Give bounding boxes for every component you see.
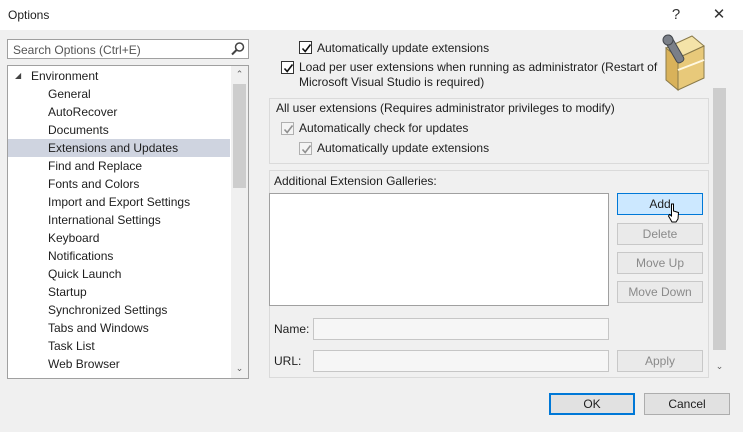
search-icon[interactable] [230,41,246,57]
tree-item-documents[interactable]: Documents [8,121,230,139]
move-up-button[interactable]: Move Up [617,252,703,274]
auto-update-label: Automatically update extensions [317,41,490,55]
tree-item-general[interactable]: General [8,85,230,103]
tree-item-label: Quick Launch [48,267,122,281]
name-label: Name: [274,322,310,336]
tree-item-label: International Settings [48,213,161,227]
tree-item-label: Extensions and Updates [48,141,179,155]
move-down-button[interactable]: Move Down [617,281,703,303]
tree-item-label: AutoRecover [48,105,118,119]
apply-button[interactable]: Apply [617,350,703,372]
tree-item-environment[interactable]: ◢ Environment [8,67,230,85]
tree-item-label: Startup [48,285,87,299]
tree-item-notifications[interactable]: Notifications [8,247,230,265]
search-placeholder: Search Options (Ctrl+E) [13,43,141,57]
expand-arrow-icon[interactable]: ◢ [15,67,21,85]
extensions-graphic-icon [652,34,708,92]
title-bar [0,0,743,30]
tree-item-web-browser[interactable]: Web Browser [8,355,230,373]
load-per-user-label: Load per user extensions when running as… [299,60,658,74]
tree-item-label: General [48,87,91,101]
tree-item-label: Tabs and Windows [48,321,149,335]
tree-item-label: Web Browser [48,357,120,371]
name-input[interactable] [313,318,609,340]
cancel-button[interactable]: Cancel [644,393,730,415]
tree-item-import-export-settings[interactable]: Import and Export Settings [8,193,230,211]
auto-update-checkbox[interactable] [299,41,312,54]
galleries-list[interactable] [269,193,609,306]
panel-scrollbar[interactable]: ⌄ [711,36,728,376]
tree-item-task-list[interactable]: Task List [8,337,230,355]
window-title: Options [8,8,50,22]
tree-item-keyboard[interactable]: Keyboard [8,229,230,247]
tree-item-label: Fonts and Colors [48,177,140,191]
tree-item-synchronized-settings[interactable]: Synchronized Settings [8,301,230,319]
tree-item-find-and-replace[interactable]: Find and Replace [8,157,230,175]
tree-item-label: Notifications [48,249,114,263]
ok-button[interactable]: OK [549,393,635,415]
scroll-thumb[interactable] [233,84,246,188]
tree-item-label: Find and Replace [48,159,143,173]
url-input[interactable] [313,350,609,372]
tree-scrollbar[interactable]: ⌃ ⌄ [231,66,248,378]
load-per-user-label-line2: Microsoft Visual Studio is required) [299,75,485,89]
delete-button[interactable]: Delete [617,223,703,245]
tree-item-tabs-and-windows[interactable]: Tabs and Windows [8,319,230,337]
galleries-label: Additional Extension Galleries: [274,174,437,188]
search-input[interactable]: Search Options (Ctrl+E) [7,39,249,59]
tree-item-autorecover[interactable]: AutoRecover [8,103,230,121]
add-button[interactable]: Add [617,193,703,215]
all-users-heading: All user extensions (Requires administra… [276,101,615,115]
tree-item-label: Import and Export Settings [48,195,191,209]
help-button[interactable]: ? [664,4,688,26]
scroll-down-icon[interactable]: ⌄ [231,360,248,376]
url-label: URL: [274,354,302,368]
all-check-updates-checkbox[interactable] [281,122,294,135]
load-per-user-checkbox[interactable] [281,61,294,74]
tree-item-fonts-and-colors[interactable]: Fonts and Colors [8,175,230,193]
all-auto-update-label: Automatically update extensions [317,141,490,155]
close-button[interactable]: ✕ [707,4,731,26]
tree-item-quick-launch[interactable]: Quick Launch [8,265,230,283]
mouse-cursor-icon [667,203,681,223]
panel-scroll-thumb[interactable] [713,88,726,350]
options-tree: ◢ Environment General AutoRecover Docume… [7,65,249,379]
tree-item-label: Synchronized Settings [48,303,168,317]
tree-item-international-settings[interactable]: International Settings [8,211,230,229]
tree-item-label: Task List [48,339,95,353]
tree-item-label: Keyboard [48,231,100,245]
tree-item-startup[interactable]: Startup [8,283,230,301]
scroll-up-icon[interactable]: ⌃ [231,66,248,82]
panel-scroll-down-icon[interactable]: ⌄ [711,358,728,374]
tree-item-label: Documents [48,123,109,137]
tree-item-label: Environment [31,69,99,83]
all-check-updates-label: Automatically check for updates [299,121,469,135]
all-auto-update-checkbox[interactable] [299,142,312,155]
tree-item-extensions-and-updates[interactable]: Extensions and Updates [8,139,230,157]
